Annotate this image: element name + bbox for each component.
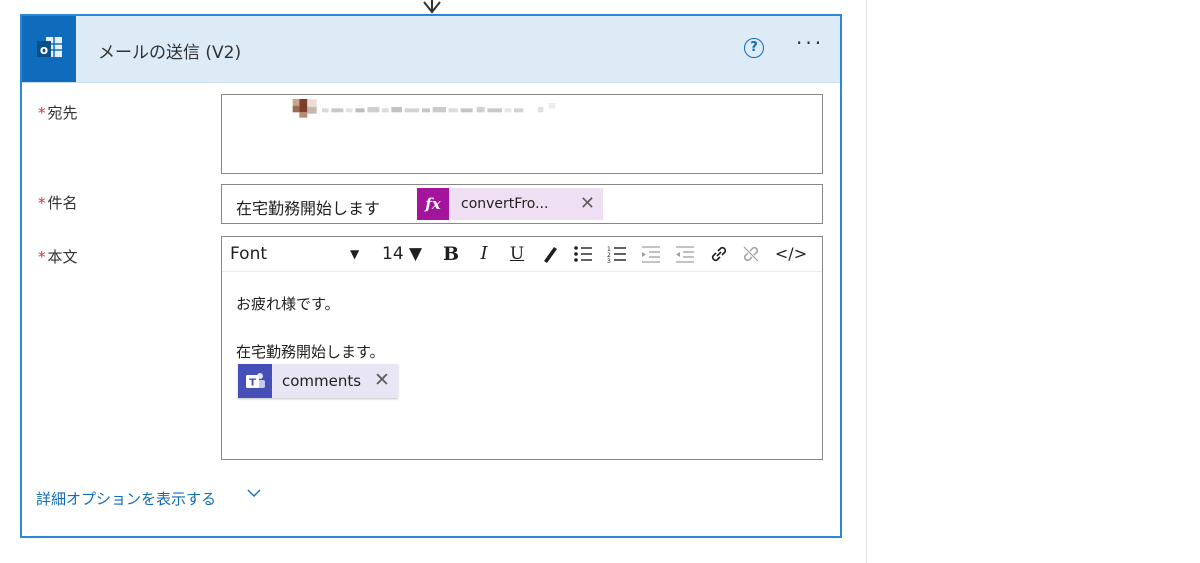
teams-token-tile: T	[238, 364, 272, 398]
to-field[interactable]	[221, 94, 823, 174]
svg-text:3: 3	[607, 258, 611, 265]
numbered-list-icon[interactable]: 1 2 3	[606, 243, 628, 265]
remove-token-icon[interactable]: ✕	[580, 193, 595, 214]
outlook-icon: o	[37, 37, 62, 57]
expression-token[interactable]: fx convertFro... ✕	[417, 188, 603, 220]
subject-text: 在宅勤務開始します	[236, 199, 381, 218]
required-mark: *	[38, 104, 46, 122]
link-icon[interactable]	[708, 243, 730, 265]
font-size-select[interactable]: 14 ▼	[382, 243, 428, 265]
teams-icon: T	[246, 373, 265, 389]
required-mark: *	[38, 248, 46, 266]
canvas-divider	[866, 0, 867, 563]
remove-token-icon[interactable]: ✕	[374, 369, 390, 391]
chevron-down-icon[interactable]	[246, 486, 262, 500]
italic-button[interactable]: I	[474, 243, 494, 265]
svg-text:o: o	[40, 43, 48, 57]
decrease-indent-icon[interactable]	[640, 243, 662, 265]
svg-text:T: T	[249, 378, 256, 389]
increase-indent-icon[interactable]	[674, 243, 696, 265]
subject-label-text: 件名	[47, 194, 78, 212]
outlook-app-tile: o	[22, 16, 76, 82]
body-label-text: 本文	[47, 248, 78, 266]
subject-label: * 件名	[38, 192, 78, 213]
recipient-email-redacted	[292, 99, 556, 118]
underline-button[interactable]: U	[506, 243, 528, 265]
more-options-button[interactable]: ···	[796, 33, 830, 58]
fx-icon: fx	[417, 188, 449, 220]
body-label: * 本文	[38, 246, 78, 267]
subject-field[interactable]: 在宅勤務開始します fx convertFro... ✕	[221, 184, 823, 224]
body-editor[interactable]: Font ▼ 14 ▼ B I U 1 2 3 </> お疲れ様です。 在宅勤務…	[221, 236, 823, 460]
font-select[interactable]: Font	[230, 243, 370, 265]
body-line-1: お疲れ様です。	[236, 295, 340, 313]
code-view-button[interactable]: </>	[774, 243, 808, 265]
teams-token-label: comments	[282, 372, 362, 390]
to-label: * 宛先	[38, 102, 78, 123]
card-header[interactable]: o メールの送信 (V2) ? ···	[22, 16, 840, 83]
send-email-action-card: o メールの送信 (V2) ? ··· * 宛先 * 件名 在宅勤務開始します …	[20, 14, 842, 538]
bullet-list-icon[interactable]	[572, 243, 594, 265]
text-color-icon[interactable]	[540, 243, 560, 265]
help-icon[interactable]: ?	[744, 38, 764, 58]
card-title: メールの送信 (V2)	[98, 43, 242, 63]
rich-text-toolbar: Font ▼ 14 ▼ B I U 1 2 3 </>	[222, 237, 822, 272]
teams-dynamic-token[interactable]: T comments ✕	[238, 364, 398, 398]
show-advanced-options-link[interactable]: 詳細オプションを表示する	[36, 488, 216, 509]
to-label-text: 宛先	[47, 104, 78, 122]
expression-token-label: convertFro...	[461, 196, 549, 212]
body-line-2: 在宅勤務開始します。	[236, 343, 385, 361]
font-dropdown-icon[interactable]: ▼	[350, 243, 359, 265]
required-mark: *	[38, 194, 46, 212]
bold-button[interactable]: B	[440, 243, 462, 265]
unlink-icon[interactable]	[740, 243, 762, 265]
